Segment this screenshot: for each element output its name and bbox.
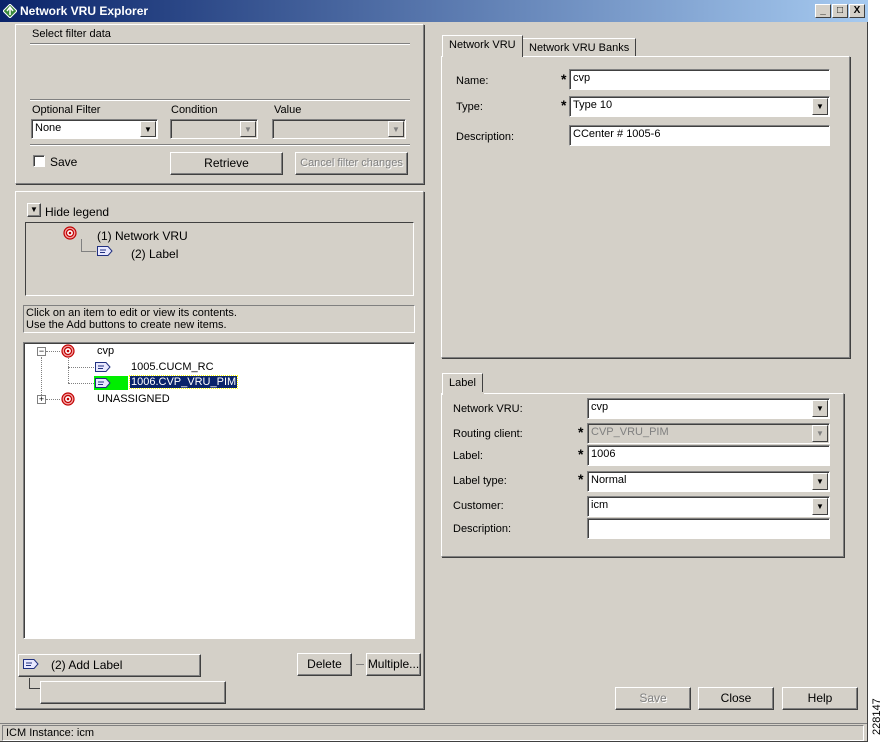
network-vru-icon	[61, 344, 75, 358]
label-input[interactable]: 1006	[587, 445, 830, 466]
instructions-line-1: Click on an item to edit or view its con…	[26, 307, 237, 319]
network-vru-explorer-window: Network VRU Explorer _ □ X Select filter…	[0, 0, 868, 742]
network-vru-icon	[63, 226, 77, 240]
add-placeholder-button[interactable]	[40, 681, 226, 704]
name-input[interactable]: cvp	[569, 69, 830, 90]
network-vru-icon	[61, 392, 75, 406]
legend-network-vru: (1) Network VRU	[97, 229, 188, 243]
minimize-button[interactable]: _	[815, 4, 831, 18]
retrieve-button[interactable]: Retrieve	[170, 152, 283, 175]
help-button[interactable]: Help	[782, 687, 858, 710]
tree-connector	[46, 351, 60, 352]
required-marker: *	[578, 446, 584, 462]
close-window-button[interactable]: X	[849, 4, 865, 18]
save-filter-label: Save	[50, 155, 78, 169]
tab-network-vru[interactable]: Network VRU	[442, 35, 523, 57]
filter-divider-top	[30, 43, 410, 45]
label-icon	[95, 378, 111, 388]
required-marker: *	[578, 471, 584, 487]
label-type-label: Label type:	[453, 475, 507, 487]
status-bar: ICM Instance: icm	[0, 723, 867, 741]
title-bar: Network VRU Explorer _ □ X	[0, 0, 868, 22]
tree-connector	[68, 383, 94, 384]
filter-divider-bottom	[30, 144, 410, 146]
label-description-input[interactable]	[587, 518, 830, 539]
label-icon	[97, 246, 113, 256]
optional-filter-select[interactable]: None ▼	[31, 119, 158, 139]
tree-node-cvp[interactable]: cvp	[97, 345, 114, 357]
expand-icon[interactable]: +	[37, 395, 46, 404]
condition-label: Condition	[171, 104, 218, 116]
app-icon	[3, 4, 17, 18]
label-icon	[95, 362, 111, 372]
condition-select: ▼	[170, 119, 258, 139]
save-filter-checkbox[interactable]	[33, 155, 45, 167]
routing-client-label: Routing client:	[453, 428, 523, 440]
label-icon	[23, 659, 39, 669]
customer-select[interactable]: icm ▼	[587, 496, 830, 517]
tree-connector	[68, 367, 94, 368]
tree-connector	[46, 399, 60, 400]
figure-id: 228147	[871, 698, 883, 735]
save-button: Save	[615, 687, 691, 710]
chevron-down-icon[interactable]: ▼	[140, 121, 156, 137]
button-separator	[356, 664, 364, 665]
description-label: Description:	[456, 131, 515, 143]
close-button[interactable]: Close	[698, 687, 774, 710]
chevron-down-icon[interactable]: ▼	[812, 473, 828, 490]
optional-filter-label: Optional Filter	[32, 104, 101, 116]
tab-join	[443, 392, 484, 395]
chevron-down-icon: ▼	[240, 121, 256, 137]
cancel-filter-changes-button: Cancel filter changes	[295, 152, 408, 175]
instructions-box: Click on an item to edit or view its con…	[23, 305, 415, 333]
tree-node-unassigned[interactable]: UNASSIGNED	[97, 393, 170, 405]
tree-connector	[41, 357, 42, 395]
legend-toggle-button[interactable]: ▼	[27, 203, 41, 217]
instructions-line-2: Use the Add buttons to create new items.	[26, 319, 227, 331]
chevron-down-icon[interactable]: ▼	[812, 498, 828, 515]
type-select[interactable]: Type 10 ▼	[569, 96, 830, 117]
chevron-down-icon[interactable]: ▼	[812, 98, 828, 115]
status-text: ICM Instance: icm	[2, 725, 864, 741]
legend-box	[25, 222, 414, 296]
label-name-label: Label:	[453, 450, 483, 462]
chevron-down-icon: ▼	[812, 425, 828, 442]
type-label: Type:	[456, 101, 483, 113]
window-title: Network VRU Explorer	[20, 4, 149, 18]
legend-connector-h	[81, 251, 96, 252]
tab-join	[443, 55, 521, 58]
legend-connector	[81, 239, 82, 251]
tree-node-label-1006[interactable]: 1006.CVP_VRU_PIM	[128, 375, 239, 389]
delete-button[interactable]: Delete	[297, 653, 352, 676]
collapse-icon[interactable]: −	[37, 347, 46, 356]
network-vru-select[interactable]: cvp ▼	[587, 398, 830, 419]
chevron-down-icon: ▼	[388, 121, 404, 137]
required-marker: *	[561, 97, 567, 113]
tree-node-label-1005[interactable]: 1005.CUCM_RC	[131, 361, 214, 373]
filter-divider-mid	[30, 99, 410, 101]
customer-label: Customer:	[453, 500, 504, 512]
add-connector-h	[29, 688, 40, 689]
network-vru-label: Network VRU:	[453, 403, 523, 415]
add-label-button[interactable]: (2) Add Label	[18, 654, 201, 677]
required-marker: *	[578, 424, 584, 440]
value-label: Value	[274, 104, 302, 116]
name-label: Name:	[456, 75, 489, 87]
label-type-select[interactable]: Normal ▼	[587, 471, 830, 492]
multiple-button[interactable]: Multiple...	[366, 653, 421, 676]
required-marker: *	[561, 71, 567, 87]
tab-network-vru-banks[interactable]: Network VRU Banks	[522, 38, 637, 57]
description-input[interactable]: CCenter # 1005-6	[569, 125, 830, 146]
hide-legend-label[interactable]: Hide legend	[45, 205, 109, 219]
chevron-down-icon[interactable]: ▼	[812, 400, 828, 417]
routing-client-select: CVP_VRU_PIM ▼	[587, 423, 830, 444]
filter-group-title: Select filter data	[32, 28, 111, 40]
value-select: ▼	[272, 119, 406, 139]
maximize-button[interactable]: □	[832, 4, 848, 18]
label-description-label: Description:	[453, 523, 512, 535]
legend-label: (2) Label	[131, 247, 179, 261]
tree-connector	[68, 358, 69, 383]
